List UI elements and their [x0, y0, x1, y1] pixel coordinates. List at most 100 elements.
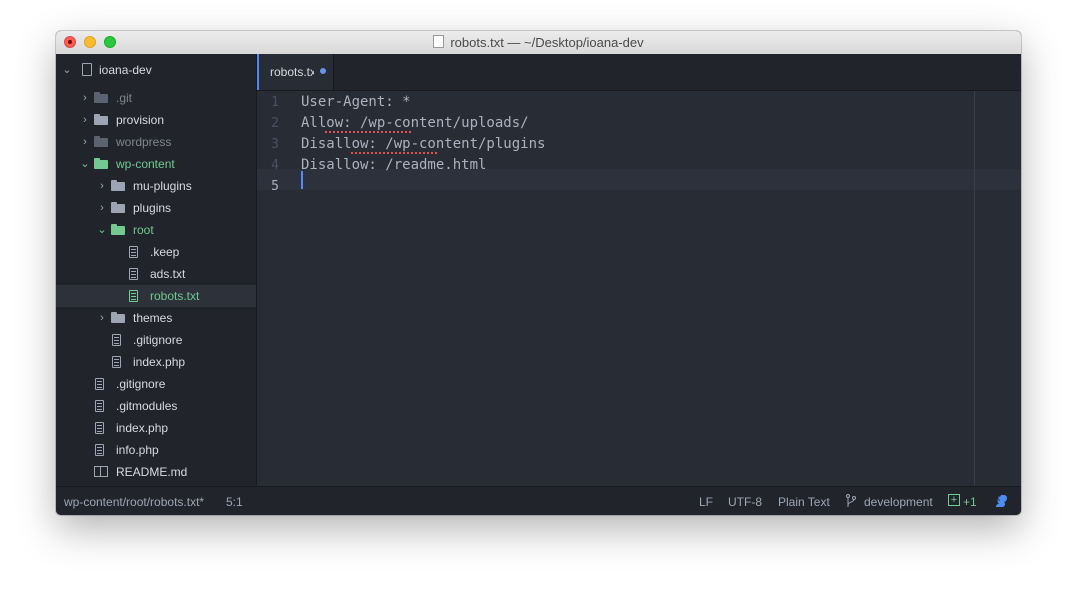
folder-icon — [111, 202, 125, 213]
tree-item-label: themes — [133, 311, 173, 325]
folder-open-icon — [94, 158, 108, 169]
file-text-icon — [95, 444, 104, 456]
tree-item-label: index.php — [133, 355, 186, 369]
tree-item-label: .git — [116, 91, 133, 105]
line-number[interactable]: 2 — [270, 116, 280, 131]
tree-item-label: index.php — [116, 421, 169, 435]
status-cursor-position[interactable]: 5:1 — [226, 495, 243, 509]
tree-item-mu-plugins[interactable]: › mu-plugins — [56, 175, 256, 197]
tree-item-index-php[interactable]: index.php — [56, 417, 256, 439]
tree-item-provision[interactable]: › provision — [56, 109, 256, 131]
tree-item-gitmodules[interactable]: .gitmodules — [56, 395, 256, 417]
code-line[interactable]: User-Agent: * — [301, 94, 411, 110]
tree-item-label: ads.txt — [150, 267, 186, 281]
repo-icon — [82, 63, 92, 76]
window-title: robots.txt — ~/Desktop/ioana-dev — [450, 35, 644, 50]
tree-item-git[interactable]: › .git — [56, 87, 256, 109]
text-editor[interactable]: 1 2 3 4 5 User-Agent: * Allow: /wp-conte… — [257, 91, 1021, 486]
line-number-active[interactable]: 5 — [270, 179, 280, 194]
tab-label: robots.txt — [270, 65, 314, 79]
tree-item-label: provision — [116, 113, 165, 127]
status-encoding[interactable]: UTF-8 — [728, 495, 762, 509]
code-line[interactable]: Allow: /wp-content/uploads/ — [301, 115, 529, 131]
tree-item-info-php[interactable]: info.php — [56, 439, 256, 461]
tree-item-label: wp-content — [116, 157, 175, 171]
tree-item-label: plugins — [133, 201, 172, 215]
file-text-icon — [129, 246, 138, 258]
tree-item-label: .gitmodules — [116, 399, 178, 413]
spell-check-underline[interactable] — [325, 131, 411, 133]
folder-icon — [94, 92, 108, 103]
tab-bar: robots.txt — [257, 54, 1021, 91]
status-git-added[interactable]: +1 — [963, 495, 977, 509]
line-number[interactable]: 4 — [270, 158, 280, 173]
folder-icon — [111, 312, 125, 323]
window-title-container: robots.txt — ~/Desktop/ioana-dev — [56, 35, 1021, 50]
tree-item-label: .gitignore — [133, 333, 183, 347]
title-bar: robots.txt — ~/Desktop/ioana-dev — [56, 31, 1021, 55]
tree-root-label: ioana-dev — [99, 63, 152, 77]
submodule-folder-icon — [94, 136, 108, 147]
tree-item-gitignore-inner[interactable]: .gitignore — [56, 329, 256, 351]
status-file-path[interactable]: wp-content/root/robots.txt* — [64, 495, 204, 509]
folder-icon — [111, 180, 125, 191]
file-text-icon — [95, 422, 104, 434]
status-line-ending[interactable]: LF — [699, 495, 713, 509]
tree-item-robots-txt[interactable]: robots.txt — [56, 285, 256, 307]
tree-item-readme[interactable]: README.md — [56, 461, 256, 483]
file-text-icon — [95, 400, 104, 412]
chevron-right-icon[interactable]: › — [97, 197, 107, 219]
tree-item-plugins[interactable]: › plugins — [56, 197, 256, 219]
tree-item-wordpress[interactable]: › wordpress — [56, 131, 256, 153]
editor-window: robots.txt — ~/Desktop/ioana-dev ⌄ ioana… — [56, 31, 1021, 515]
modified-indicator-icon[interactable] — [320, 68, 326, 74]
chevron-right-icon[interactable]: › — [80, 131, 90, 153]
tree-item-themes[interactable]: › themes — [56, 307, 256, 329]
file-text-icon — [112, 334, 121, 346]
book-icon — [94, 466, 108, 477]
tree-item-label: .keep — [150, 245, 180, 259]
folder-open-icon — [111, 224, 125, 235]
tree-item-label: .gitignore — [116, 377, 166, 391]
tree-item-gitignore[interactable]: .gitignore — [56, 373, 256, 395]
chevron-down-icon[interactable]: ⌄ — [80, 153, 90, 175]
chevron-down-icon[interactable]: ⌄ — [62, 59, 72, 81]
tree-item-index-php-inner[interactable]: index.php — [56, 351, 256, 373]
chevron-right-icon[interactable]: › — [97, 307, 107, 329]
git-branch-icon — [846, 494, 856, 507]
file-text-icon — [129, 290, 138, 302]
chevron-right-icon[interactable]: › — [80, 109, 90, 131]
chevron-right-icon[interactable]: › — [80, 87, 90, 109]
tree-item-label: robots.txt — [150, 289, 200, 303]
chevron-right-icon[interactable]: › — [97, 175, 107, 197]
document-icon — [433, 35, 445, 48]
tree-item-wp-content[interactable]: ⌄ wp-content — [56, 153, 256, 175]
folder-icon — [94, 114, 108, 125]
tree-item-keep[interactable]: .keep — [56, 241, 256, 263]
wrap-guide — [974, 91, 975, 486]
status-grammar[interactable]: Plain Text — [778, 495, 830, 509]
file-text-icon — [95, 378, 104, 390]
tree-item-label: mu-plugins — [133, 179, 192, 193]
tree-item-root[interactable]: ⌄ root — [56, 219, 256, 241]
code-line[interactable]: Disallow: /wp-content/plugins — [301, 136, 545, 152]
file-text-icon — [129, 268, 138, 280]
tree-item-label: wordpress — [116, 135, 172, 149]
chevron-down-icon[interactable]: ⌄ — [97, 219, 107, 241]
tree-item-ads-txt[interactable]: ads.txt — [56, 263, 256, 285]
tree-item-label: info.php — [116, 443, 159, 457]
tree-root[interactable]: ⌄ ioana-dev — [56, 59, 256, 81]
text-cursor — [301, 171, 303, 189]
git-added-icon: + — [948, 494, 960, 506]
tab-robots-txt[interactable]: robots.txt — [257, 54, 334, 90]
squirrel-icon[interactable] — [993, 493, 1009, 509]
file-text-icon — [112, 356, 121, 368]
line-number[interactable]: 1 — [270, 95, 280, 110]
tree-view: ⌄ ioana-dev › .git › provision › wordpre… — [56, 54, 257, 486]
line-number[interactable]: 3 — [270, 137, 280, 152]
status-bar: wp-content/root/robots.txt* 5:1 LF UTF-8… — [56, 486, 1021, 515]
tree-item-label: root — [133, 223, 154, 237]
status-branch[interactable]: development — [864, 495, 933, 509]
spell-check-underline[interactable] — [351, 152, 437, 154]
code-line[interactable]: Disallow: /readme.html — [301, 157, 486, 173]
